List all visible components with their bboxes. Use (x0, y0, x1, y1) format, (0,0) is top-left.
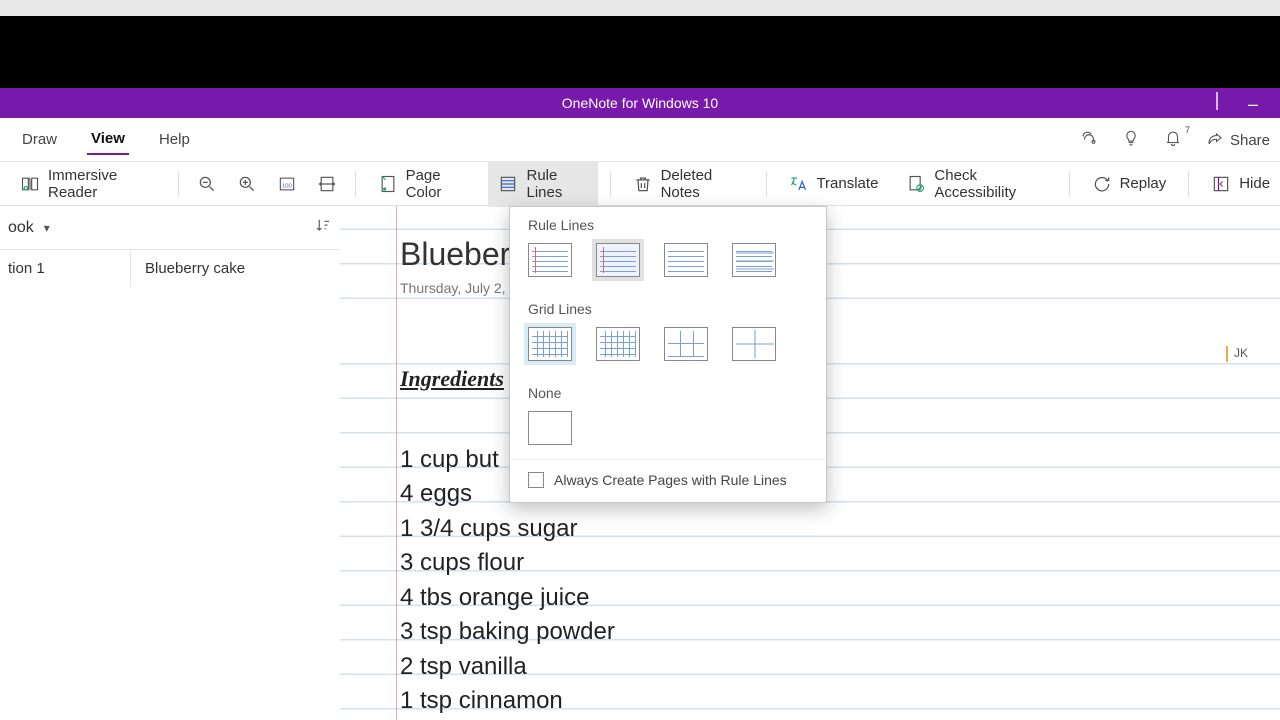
ingredient-line: 2 tsp vanilla (400, 653, 527, 680)
ingredient-line: 3 tsp baking powder (400, 618, 615, 645)
ingredient-line: 4 tbs orange juice (400, 584, 589, 611)
sync-icon[interactable] (1080, 129, 1098, 152)
separator (766, 171, 767, 197)
rule-option-wide[interactable] (732, 243, 776, 277)
notification-badge: 7 (1185, 125, 1190, 135)
checkbox-icon (528, 472, 544, 488)
author-initials-tag: JK (1226, 346, 1248, 362)
share-label: Share (1230, 132, 1270, 149)
always-rule-lines-label: Always Create Pages with Rule Lines (554, 472, 787, 488)
app-title: OneNote for Windows 10 (562, 95, 718, 111)
zoom-in-button[interactable] (231, 168, 263, 200)
separator (178, 171, 179, 197)
deleted-notes-button[interactable]: Deleted Notes (623, 161, 754, 207)
rule-option-none[interactable] (528, 411, 572, 445)
ingredient-line: 3 cups flour (400, 549, 524, 576)
section-list: tion 1 (0, 250, 130, 287)
ingredient-line: 4 eggs (400, 480, 472, 507)
lightbulb-icon[interactable] (1122, 129, 1140, 152)
title-caret (1216, 92, 1218, 110)
hide-nav-button[interactable]: Hide (1201, 168, 1280, 200)
menu-bar: Draw View Help 7 Share (0, 118, 1280, 162)
always-rule-lines-checkbox[interactable]: Always Create Pages with Rule Lines (510, 459, 826, 502)
bell-icon[interactable]: 7 (1164, 129, 1182, 152)
share-button[interactable]: Share (1206, 131, 1270, 149)
none-section-label: None (510, 375, 826, 405)
ingredient-line: 1 tsp cinnamon (400, 687, 563, 714)
grid-option-small[interactable] (528, 327, 572, 361)
separator (610, 171, 611, 197)
rule-option-narrow[interactable] (528, 243, 572, 277)
page-list: Blueberry cake (130, 250, 340, 287)
deleted-notes-label: Deleted Notes (661, 167, 744, 201)
tab-draw[interactable]: Draw (18, 125, 61, 154)
ingredient-line: 1 3/4 cups sugar (400, 515, 577, 542)
screen-bezel (0, 16, 1280, 88)
chevron-down-icon: ▾ (44, 221, 50, 235)
replay-label: Replay (1120, 175, 1167, 192)
check-accessibility-button[interactable]: Check Accessibility (896, 161, 1056, 207)
translate-label: Translate (816, 175, 878, 192)
immersive-reader-button[interactable]: Immersive Reader (10, 161, 166, 207)
zoom-out-button[interactable] (191, 168, 223, 200)
section-item[interactable]: tion 1 (0, 250, 130, 287)
replay-button[interactable]: Replay (1082, 168, 1177, 200)
grid-option-xlarge[interactable] (732, 327, 776, 361)
immersive-reader-label: Immersive Reader (48, 167, 156, 201)
rule-lines-button[interactable]: Rule Lines (488, 161, 597, 207)
notebook-selector[interactable]: ook ▾ (8, 219, 50, 237)
grid-option-medium[interactable] (596, 327, 640, 361)
page-date: Thursday, July 2, (400, 280, 506, 296)
notebook-name: ook (8, 219, 34, 237)
window-chrome-gap (0, 0, 1280, 16)
ingredients-heading: Ingredients (400, 362, 504, 397)
rule-option-standard[interactable] (664, 243, 708, 277)
notebook-selector-row: ook ▾ (0, 206, 340, 250)
check-accessibility-label: Check Accessibility (934, 167, 1046, 201)
grid-lines-section-label: Grid Lines (510, 291, 826, 321)
svg-text:100: 100 (282, 183, 292, 189)
rule-lines-label: Rule Lines (526, 167, 587, 201)
translate-button[interactable]: Translate (778, 168, 888, 200)
tab-help[interactable]: Help (155, 125, 194, 154)
page-color-label: Page Color (406, 167, 471, 201)
separator (1069, 171, 1070, 197)
grid-option-large[interactable] (664, 327, 708, 361)
rule-option-college[interactable] (596, 243, 640, 277)
page-title[interactable]: Blueberr (400, 236, 521, 273)
margin-line (396, 206, 397, 720)
hide-nav-label: Hide (1239, 175, 1270, 192)
ingredient-line: 1 cup but (400, 446, 499, 473)
page-list-item[interactable]: Blueberry cake (131, 250, 340, 287)
page-color-button[interactable]: Page Color (368, 161, 481, 207)
page-width-button[interactable] (311, 168, 343, 200)
tab-view[interactable]: View (87, 124, 129, 155)
title-bar: OneNote for Windows 10 – (0, 88, 1280, 118)
minimize-button[interactable]: – (1248, 94, 1262, 115)
rule-lines-section-label: Rule Lines (510, 207, 826, 237)
zoom-100-button[interactable]: 100 (271, 168, 303, 200)
separator (355, 171, 356, 197)
rule-lines-dropdown: Rule Lines Grid Lines None Always Create… (509, 206, 827, 503)
ribbon-toolbar: Immersive Reader 100 Page Color Rule Lin… (0, 162, 1280, 206)
separator (1188, 171, 1189, 197)
sort-pages-button[interactable] (314, 216, 332, 239)
